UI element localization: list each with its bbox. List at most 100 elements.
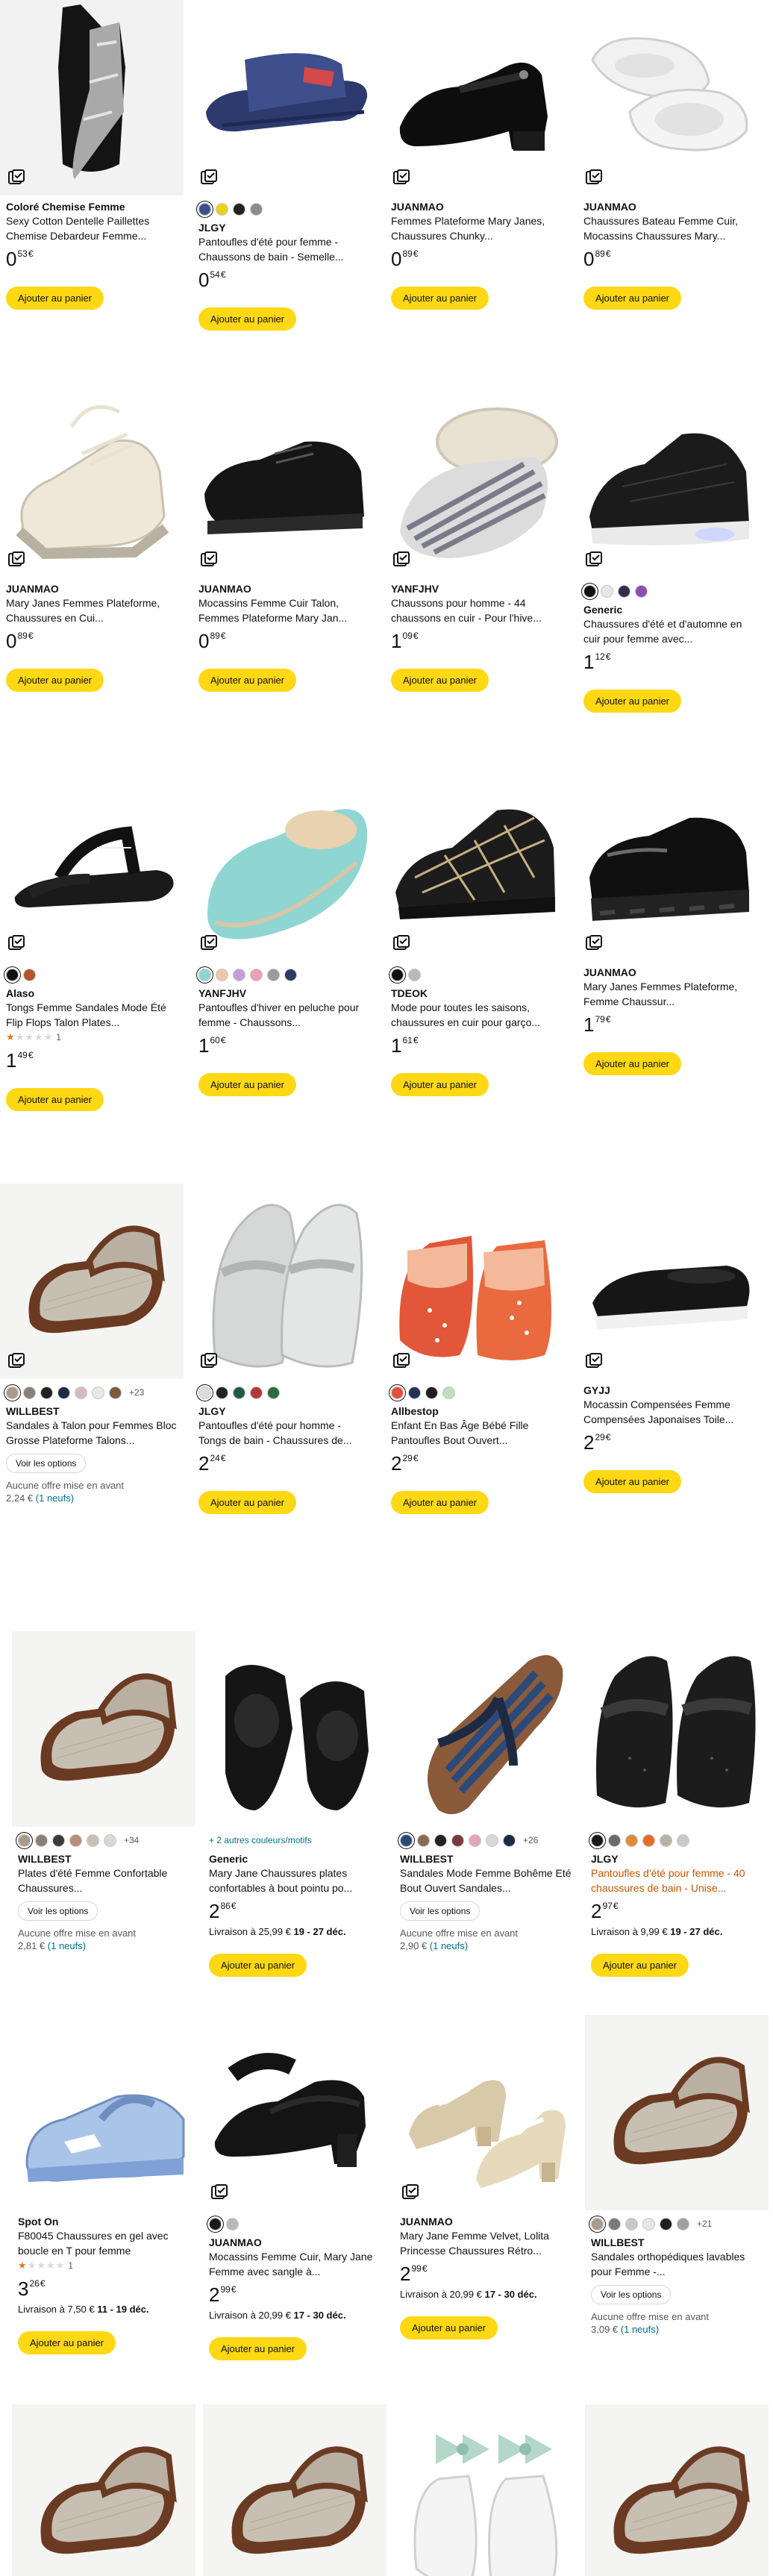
product-image[interactable] [0, 0, 184, 196]
product-image[interactable] [203, 2015, 386, 2210]
compare-icon[interactable] [585, 551, 603, 569]
color-swatch[interactable] [226, 2217, 239, 2230]
see-options-button[interactable]: Voir les options [18, 1901, 98, 1921]
color-swatch[interactable] [635, 584, 648, 598]
product-card[interactable]: YANFJHV Pantoufles d'hiver en peluche pou… [193, 766, 376, 1096]
color-swatch[interactable] [6, 1386, 19, 1399]
product-image[interactable] [12, 2404, 195, 2576]
product-image[interactable] [385, 766, 569, 961]
product-image[interactable] [193, 766, 376, 961]
product-image[interactable] [394, 1631, 578, 1827]
see-options-button[interactable]: Voir les options [400, 1901, 481, 1921]
product-title[interactable]: Pantoufles d'été pour femme - 40 chaussu… [591, 1866, 763, 1895]
compare-icon[interactable] [392, 551, 410, 569]
product-card[interactable]: Generic Chaussures d'été et d'automne en … [578, 382, 761, 713]
add-to-cart-button[interactable]: Ajouter au panier [391, 1491, 489, 1514]
product-title[interactable]: Femmes Plateforme Mary Janes, Chaussures… [391, 213, 563, 243]
product-card[interactable]: JLGY Pantoufles d'été pour femme - Chauss… [193, 0, 376, 331]
color-swatch[interactable] [109, 1386, 122, 1399]
compare-icon[interactable] [200, 169, 218, 187]
color-swatch[interactable] [57, 1386, 70, 1399]
product-image[interactable] [12, 2015, 195, 2210]
star-rating[interactable]: ★★★★★ 1 [18, 2258, 190, 2273]
product-title[interactable]: Sexy Cotton Dentelle Paillettes Chemise … [6, 213, 178, 243]
product-image[interactable] [578, 0, 761, 196]
star-rating[interactable]: ★★★★★ 1 [6, 1030, 178, 1045]
add-to-cart-button[interactable]: Ajouter au panier [391, 669, 489, 692]
product-image[interactable] [203, 1631, 386, 1827]
product-card[interactable]: +23 [585, 2404, 769, 2576]
add-to-cart-button[interactable]: Ajouter au panier [6, 1088, 104, 1111]
product-image[interactable] [193, 1184, 376, 1379]
product-image[interactable] [394, 2404, 578, 2576]
product-image[interactable] [193, 382, 376, 578]
color-swatch[interactable] [92, 1386, 104, 1399]
compare-icon[interactable] [585, 169, 603, 187]
product-image[interactable] [193, 0, 376, 196]
color-swatch[interactable] [198, 968, 211, 981]
product-card[interactable]: JUANMAO Mary Jane Femme Velvet, Lolita Pr… [394, 2015, 578, 2339]
product-card[interactable]: JUANMAO Femmes Plateforme Mary Janes, Cha… [385, 0, 569, 310]
color-swatch[interactable] [216, 202, 228, 216]
compare-icon[interactable] [401, 2183, 419, 2201]
add-to-cart-button[interactable]: Ajouter au panier [198, 1073, 297, 1096]
product-card[interactable]: GYJJ Mocassin Compensées Femme Compensées… [578, 1184, 761, 1493]
color-swatch[interactable] [391, 968, 404, 981]
product-title[interactable]: Mocassins Femme Cuir, Mary Jane Femme av… [209, 2249, 381, 2279]
compare-icon[interactable] [200, 1352, 218, 1370]
compare-icon[interactable] [200, 934, 218, 952]
color-swatch[interactable] [52, 1833, 65, 1847]
compare-icon[interactable] [392, 934, 410, 952]
product-title[interactable]: Tongs Femme Sandales Mode Été Flip Flops… [6, 1000, 178, 1030]
product-title[interactable]: Enfant En Bas Âge Bébé Fille Pantoufles … [391, 1418, 563, 1448]
color-swatch[interactable] [408, 968, 421, 981]
see-options-button[interactable]: Voir les options [591, 2285, 672, 2304]
product-image[interactable] [578, 1184, 761, 1379]
product-image[interactable] [0, 766, 184, 961]
color-swatch[interactable] [660, 2217, 672, 2230]
compare-icon[interactable] [7, 169, 25, 187]
color-swatch[interactable] [267, 1386, 280, 1399]
color-swatch[interactable] [250, 1386, 263, 1399]
product-title[interactable]: Mary Jane Chaussures plates confortables… [209, 1866, 381, 1895]
color-swatch[interactable] [104, 1833, 116, 1847]
add-to-cart-button[interactable]: Ajouter au panier [591, 1954, 689, 1977]
color-swatch[interactable] [391, 1386, 404, 1399]
color-swatch[interactable] [233, 1386, 245, 1399]
new-offers-link[interactable]: (1 neufs) [621, 2324, 659, 2335]
new-offers-link[interactable]: (1 neufs) [430, 1940, 468, 1951]
compare-icon[interactable] [210, 2183, 228, 2201]
color-swatch[interactable] [198, 202, 211, 216]
product-image[interactable] [12, 1631, 195, 1827]
product-image[interactable] [0, 1184, 184, 1379]
product-card[interactable]: +34 WILLBEST Plates d'été Femme Confortabl… [12, 1631, 195, 1952]
product-image[interactable] [585, 1631, 769, 1827]
product-image[interactable] [385, 0, 569, 196]
color-swatch[interactable] [583, 584, 596, 598]
see-options-button[interactable]: Voir les options [6, 1454, 87, 1473]
product-title[interactable]: Sandales Mode Femme Bohême Eté Bout Ouve… [400, 1866, 572, 1895]
add-to-cart-button[interactable]: Ajouter au panier [198, 307, 297, 331]
add-to-cart-button[interactable]: Ajouter au panier [583, 690, 682, 713]
product-image[interactable] [394, 2015, 578, 2210]
compare-icon[interactable] [200, 551, 218, 569]
product-card[interactable]: Allbestop Enfant En Bas Âge Bébé Fille Pa… [385, 1184, 569, 1514]
product-card[interactable]: Coloré Chemise Femme Sexy Cotton Dentelle… [0, 0, 184, 310]
add-to-cart-button[interactable]: Ajouter au panier [400, 2316, 498, 2339]
new-offers-link[interactable]: (1 neufs) [36, 1492, 74, 1504]
color-swatch[interactable] [608, 1833, 621, 1847]
product-title[interactable]: Chaussures Bateau Femme Cuir, Mocassins … [583, 213, 755, 243]
color-swatch[interactable] [250, 202, 263, 216]
color-swatch[interactable] [417, 1833, 430, 1847]
product-title[interactable]: Pantoufles d'été pour homme - Tongs de b… [198, 1418, 370, 1448]
color-swatch[interactable] [40, 1386, 53, 1399]
product-card[interactable] [394, 2404, 578, 2576]
color-swatch[interactable] [233, 968, 245, 981]
compare-icon[interactable] [585, 934, 603, 952]
product-title[interactable]: Chaussures d'été et d'automne en cuir po… [583, 616, 755, 646]
product-title[interactable]: Chaussons pour homme - 44 chaussons en c… [391, 595, 563, 625]
product-title[interactable]: Pantoufles d'été pour femme - Chaussons … [198, 234, 370, 264]
color-swatch[interactable] [677, 1833, 689, 1847]
color-swatch[interactable] [216, 968, 228, 981]
color-swatch[interactable] [69, 1833, 82, 1847]
